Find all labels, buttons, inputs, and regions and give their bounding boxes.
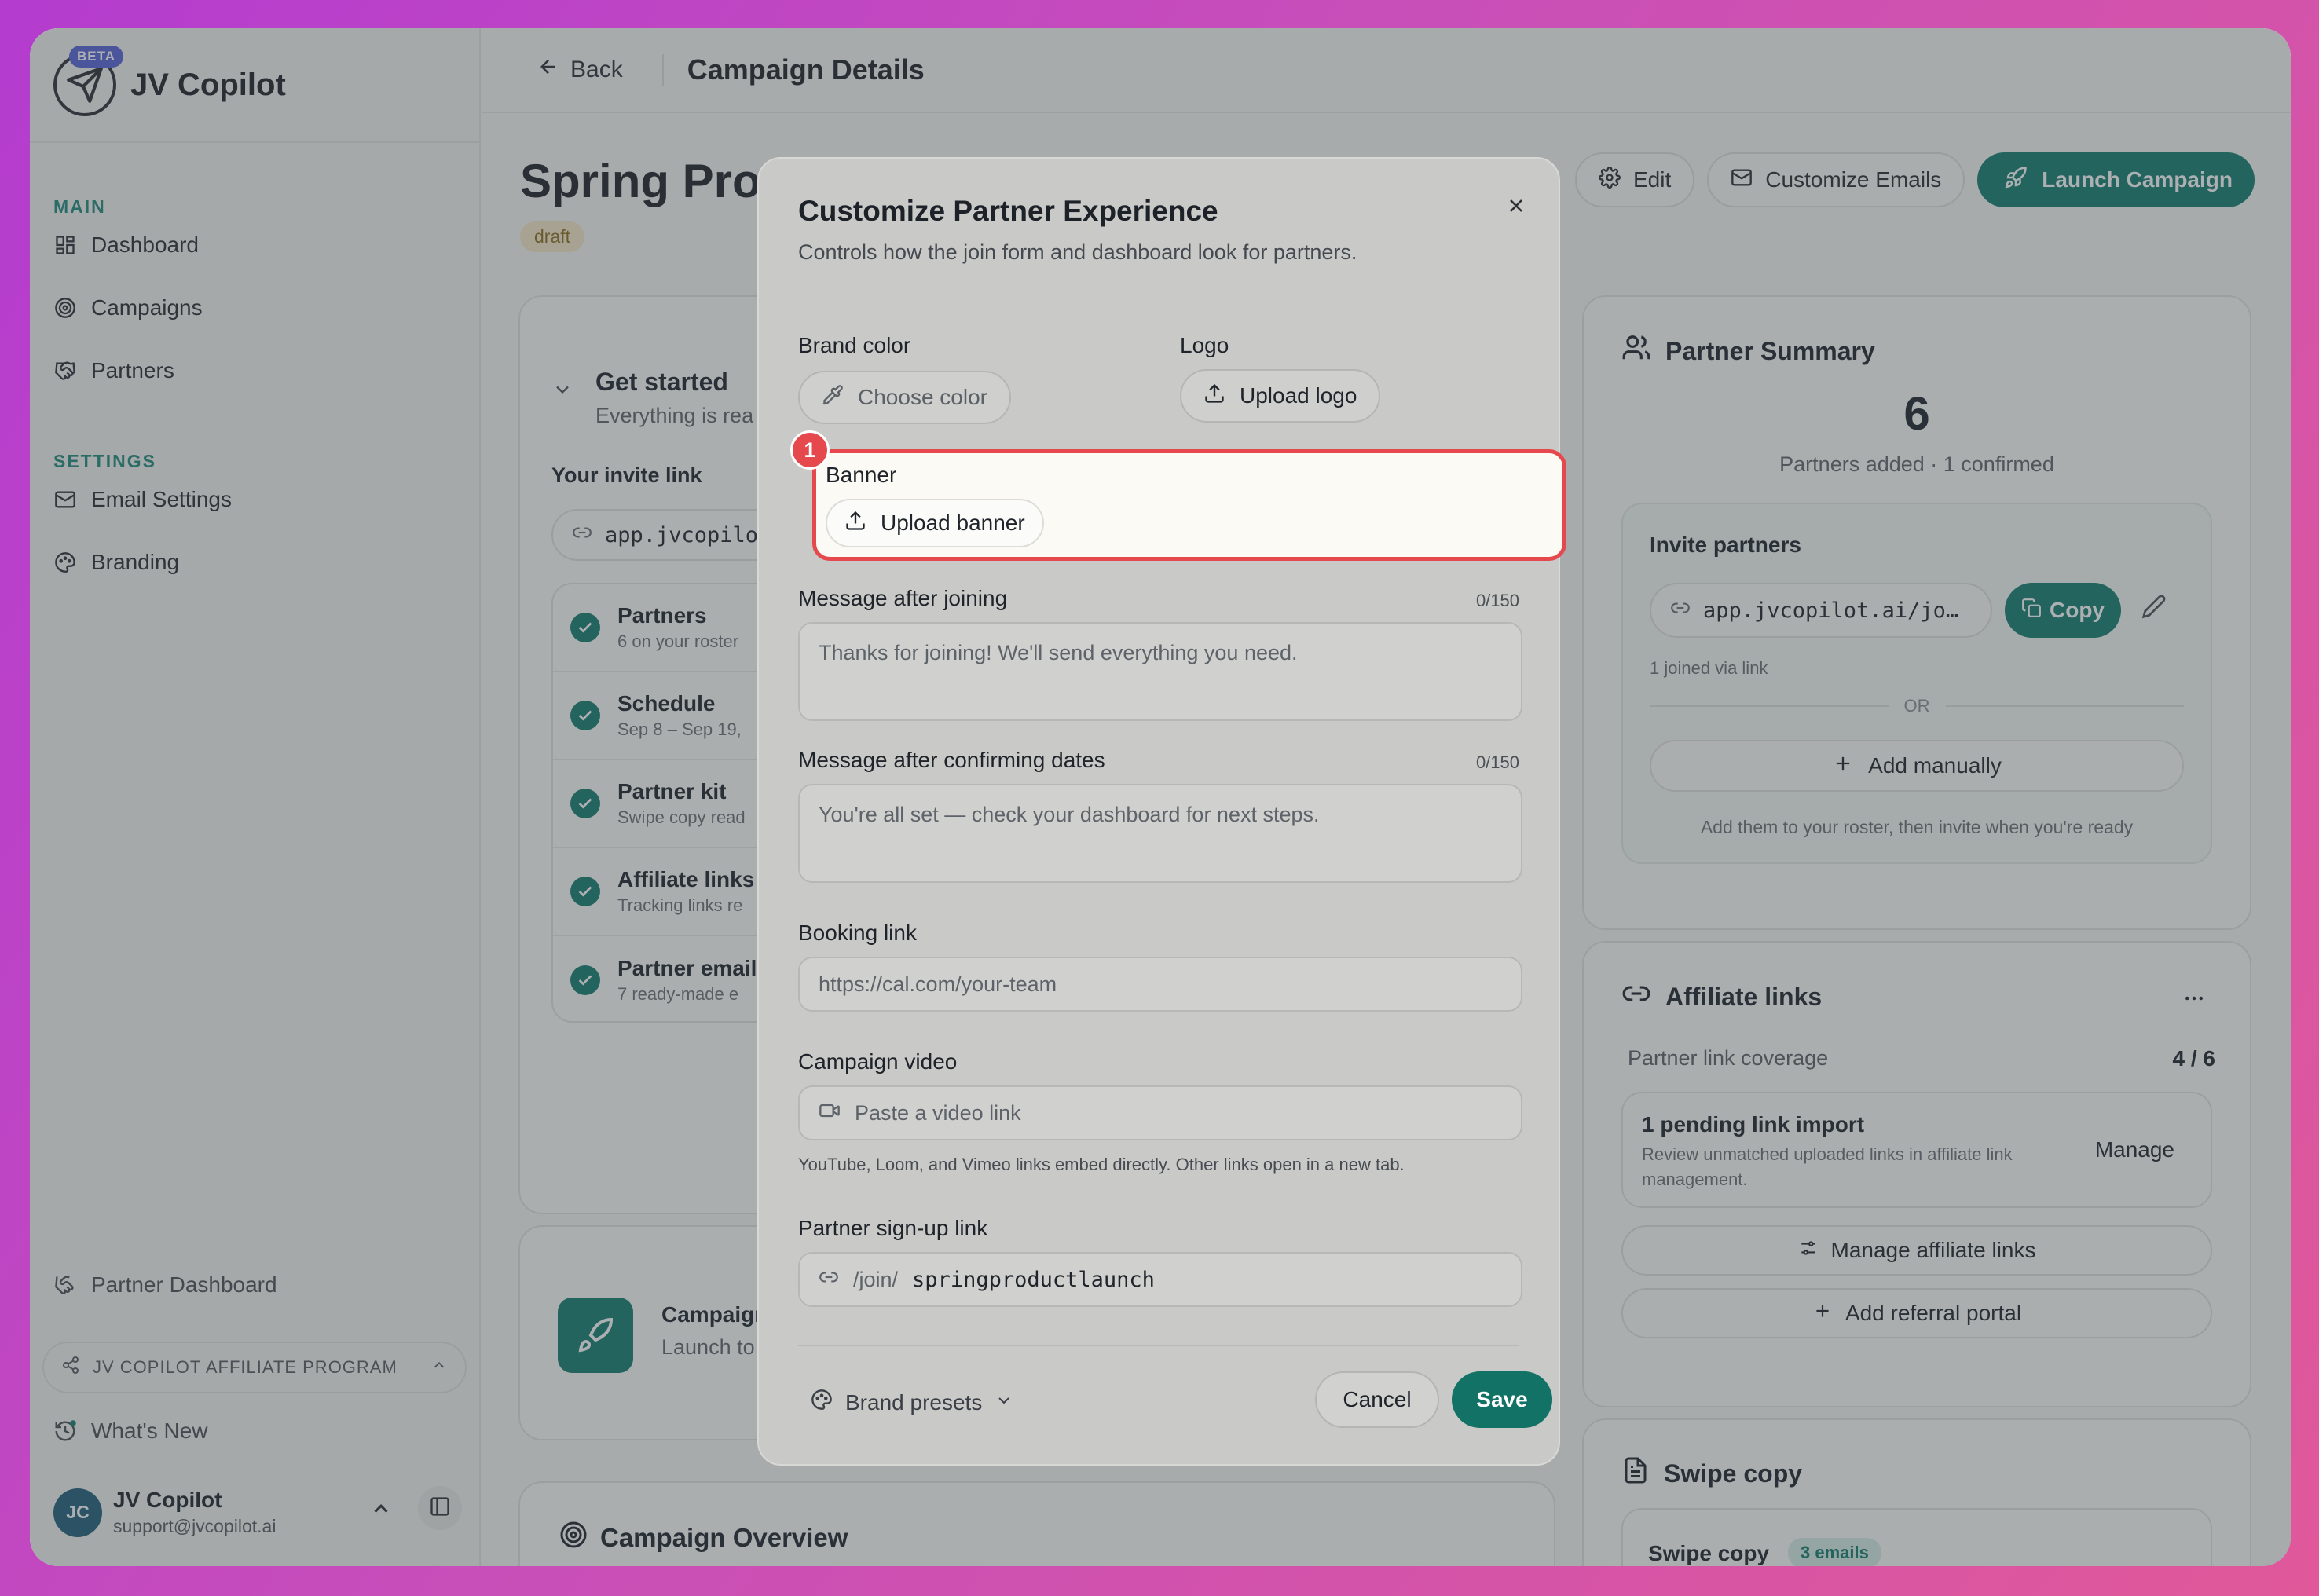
cancel-button[interactable]: Cancel <box>1315 1371 1439 1428</box>
booking-link-label: Booking link <box>798 921 917 945</box>
pipette-icon <box>822 384 844 412</box>
app-window: BETA JV Copilot MAIN Dashboard Campaigns… <box>30 28 2291 1566</box>
message-after-joining-label: Message after joining <box>798 586 1008 610</box>
choose-color-button[interactable]: Choose color <box>798 371 1011 424</box>
banner-label: Banner <box>826 463 897 487</box>
message-after-confirming-count: 0/150 <box>1475 752 1519 772</box>
partner-signup-link-input[interactable]: /join/ springproductlaunch <box>798 1252 1522 1307</box>
brand-presets-label: Brand presets <box>845 1389 983 1415</box>
campaign-video-input[interactable]: Paste a video link <box>798 1085 1522 1140</box>
message-after-joining-count: 0/150 <box>1475 591 1519 610</box>
close-icon[interactable] <box>1500 190 1532 221</box>
annotation-marker: 1 <box>790 430 830 470</box>
dialog-title: Customize Partner Experience <box>798 195 1218 227</box>
upload-logo-button[interactable]: Upload logo <box>1180 369 1381 423</box>
palette-icon <box>811 1389 833 1416</box>
message-after-joining-input[interactable]: Thanks for joining! We'll send everythin… <box>798 622 1522 721</box>
upload-icon <box>1203 383 1225 410</box>
signup-link-prefix: /join/ <box>853 1267 899 1291</box>
message-after-confirming-input[interactable]: You're all set — check your dashboard fo… <box>798 784 1522 883</box>
brand-presets-dropdown[interactable]: Brand presets <box>811 1389 1013 1416</box>
banner-field-highlight: Banner Upload banner <box>812 449 1566 561</box>
choose-color-label: Choose color <box>858 385 987 409</box>
logo-label: Logo <box>1180 333 1229 357</box>
link-icon <box>819 1267 839 1293</box>
save-button[interactable]: Save <box>1452 1371 1552 1428</box>
upload-banner-button[interactable]: Upload banner <box>826 499 1044 547</box>
campaign-video-helper: YouTube, Loom, and Vimeo links embed dir… <box>798 1155 1405 1174</box>
booking-link-placeholder: https://cal.com/your-team <box>819 972 1057 996</box>
upload-banner-label: Upload banner <box>881 511 1025 535</box>
chevron-down-icon <box>995 1390 1013 1415</box>
customize-partner-experience-dialog: Customize Partner Experience Controls ho… <box>757 157 1560 1466</box>
partner-signup-link-label: Partner sign-up link <box>798 1216 988 1240</box>
video-icon <box>819 1100 841 1127</box>
signup-link-slug: springproductlaunch <box>912 1267 1155 1292</box>
booking-link-input[interactable]: https://cal.com/your-team <box>798 957 1522 1012</box>
upload-icon <box>844 510 866 537</box>
upload-logo-label: Upload logo <box>1240 383 1357 408</box>
message-after-confirming-label: Message after confirming dates <box>798 748 1105 772</box>
campaign-video-placeholder: Paste a video link <box>855 1100 1021 1125</box>
campaign-video-label: Campaign video <box>798 1049 958 1074</box>
dialog-footer-divider <box>798 1345 1519 1346</box>
dialog-subtitle: Controls how the join form and dashboard… <box>798 240 1357 264</box>
brand-color-label: Brand color <box>798 333 911 357</box>
